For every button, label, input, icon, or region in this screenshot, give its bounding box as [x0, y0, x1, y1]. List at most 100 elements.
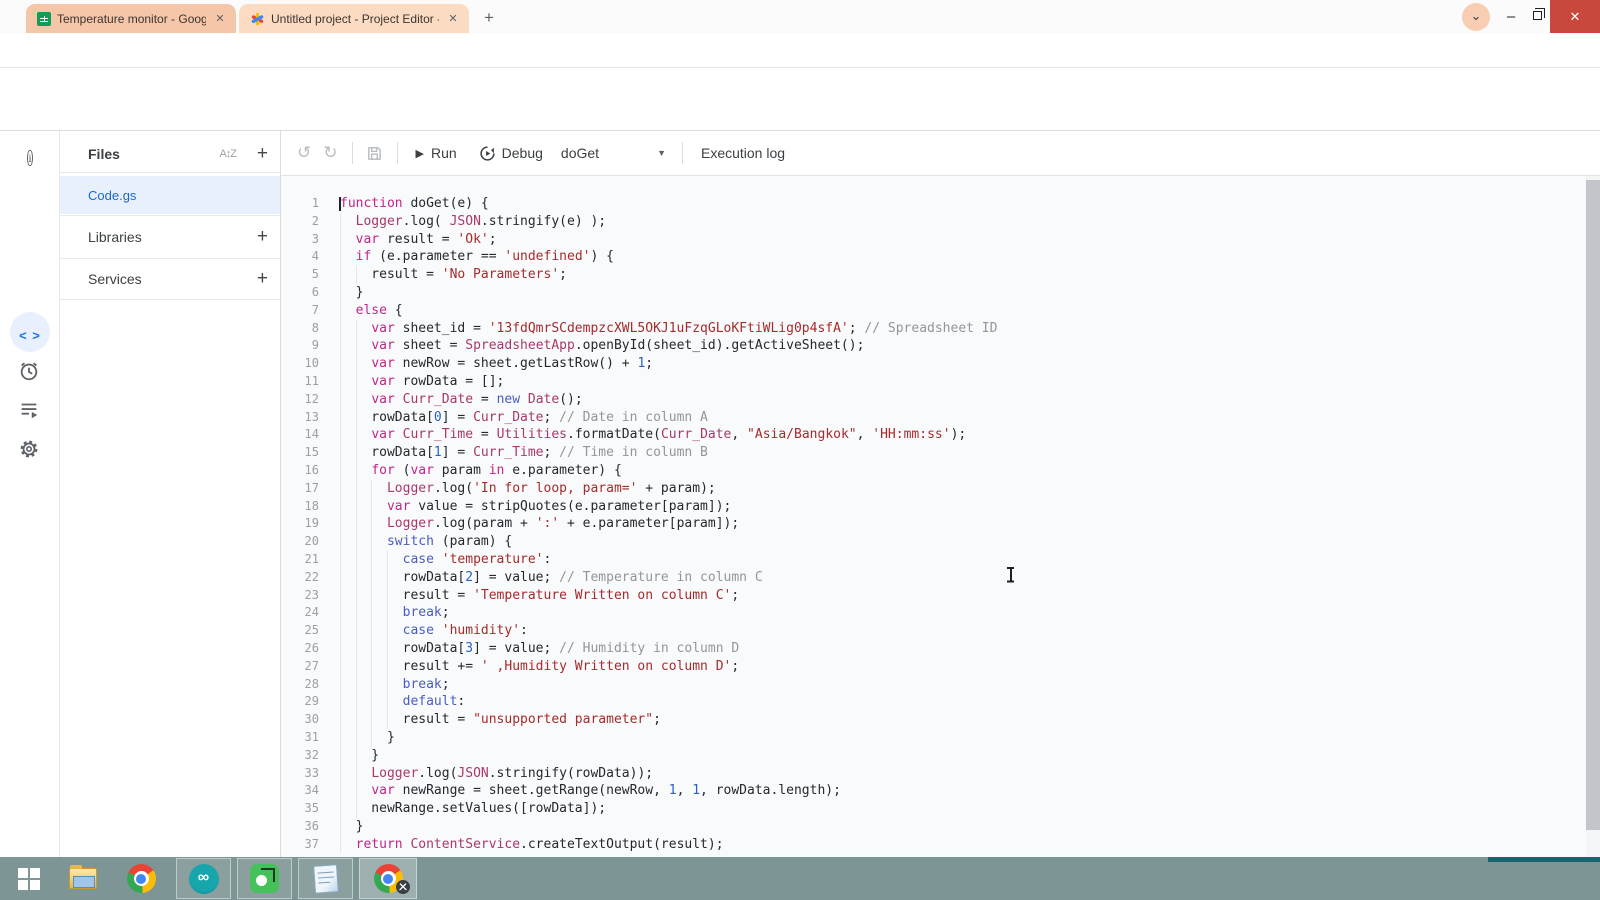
taskbar-notepad[interactable]	[298, 858, 353, 899]
code-line[interactable]: 33 Logger.log(JSON.stringify(rowData));	[281, 764, 1600, 783]
code-line[interactable]: 22 rowData[2] = value; // Temperature in…	[281, 568, 1600, 587]
tab-close-icon[interactable]: ✕	[445, 11, 461, 27]
line-number[interactable]: 36	[281, 818, 319, 836]
taskbar-chrome-active[interactable]	[359, 858, 417, 899]
debug-button[interactable]: Debug	[502, 145, 543, 161]
code-line[interactable]: 20 switch (param) {	[281, 533, 1600, 551]
code-line[interactable]: 25 case 'humidity':	[281, 622, 1600, 640]
code-line[interactable]: 17 Logger.log('In for loop, param=' + pa…	[281, 479, 1600, 498]
code-line[interactable]: 35 newRange.setValues([rowData]);	[281, 800, 1600, 818]
line-number[interactable]: 10	[281, 355, 319, 373]
code-line[interactable]: 7 else {	[281, 301, 1600, 320]
line-number[interactable]: 5	[281, 266, 319, 284]
run-icon[interactable]: ▶	[416, 147, 424, 160]
tab-search-icon[interactable]: ⌄	[1462, 3, 1490, 31]
line-number[interactable]: 23	[281, 587, 319, 605]
line-number[interactable]: 3	[281, 231, 319, 249]
window-restore-button[interactable]	[1533, 8, 1545, 20]
line-number[interactable]: 29	[281, 693, 319, 711]
settings-gear-icon[interactable]	[18, 438, 42, 462]
line-number[interactable]: 7	[281, 302, 319, 320]
code-line[interactable]: 2 Logger.log( JSON.stringify(e) );	[281, 212, 1600, 231]
line-number[interactable]: 28	[281, 676, 319, 694]
code-line[interactable]: 26 rowData[3] = value; // Humidity in co…	[281, 639, 1600, 658]
code-line[interactable]: 5 result = 'No Parameters';	[281, 266, 1600, 284]
code-line[interactable]: 14 var Curr_Time = Utilities.formatDate(…	[281, 426, 1600, 445]
line-number[interactable]: 27	[281, 658, 319, 676]
code-line[interactable]: 24 break;	[281, 604, 1600, 623]
browser-tab-apps-script[interactable]: Untitled project - Project Editor - ✕	[239, 4, 469, 33]
code-line[interactable]: 18 var value = stripQuotes(e.parameter[p…	[281, 497, 1600, 516]
line-number[interactable]: 2	[281, 213, 319, 231]
code-line[interactable]: 21 case 'temperature':	[281, 550, 1600, 569]
line-number[interactable]: 17	[281, 480, 319, 498]
code-line[interactable]: 1 function doGet(e) {	[281, 195, 1600, 213]
executions-icon[interactable]	[18, 399, 42, 423]
taskbar-screen-capture-app[interactable]	[237, 858, 292, 899]
line-number[interactable]: 33	[281, 765, 319, 783]
code-line[interactable]: 11 var rowData = [];	[281, 372, 1600, 391]
line-number[interactable]: 21	[281, 551, 319, 569]
line-number[interactable]: 24	[281, 604, 319, 622]
overview-info-icon[interactable]: i	[18, 149, 42, 173]
line-number[interactable]: 22	[281, 569, 319, 587]
line-number[interactable]: 13	[281, 409, 319, 427]
libraries-section[interactable]: Libraries +	[60, 216, 280, 257]
code-line[interactable]: 31 }	[281, 728, 1600, 747]
line-number[interactable]: 26	[281, 640, 319, 658]
start-button[interactable]	[6, 858, 52, 899]
code-line[interactable]: 27 result += ' ,Humidity Written on colu…	[281, 657, 1600, 676]
line-number[interactable]: 34	[281, 782, 319, 800]
save-icon[interactable]	[366, 145, 383, 162]
taskbar-file-explorer[interactable]	[58, 858, 108, 899]
taskbar-chrome[interactable]	[116, 858, 166, 899]
line-number[interactable]: 25	[281, 622, 319, 640]
new-tab-button[interactable]: +	[484, 8, 494, 28]
code-line[interactable]: 4 if (e.parameter == 'undefined') {	[281, 248, 1600, 267]
line-number[interactable]: 11	[281, 373, 319, 391]
line-number[interactable]: 31	[281, 729, 319, 747]
editor-code-icon[interactable]: < >	[18, 324, 42, 348]
taskbar-arduino-ide[interactable]: ∞	[176, 858, 231, 899]
line-number[interactable]: 19	[281, 515, 319, 533]
code-editor[interactable]: 1 function doGet(e) {2 Logger.log( JSON.s…	[281, 176, 1600, 857]
code-line[interactable]: 19 Logger.log(param + ':' + e.parameter[…	[281, 515, 1600, 534]
execution-log-button[interactable]: Execution log	[701, 145, 785, 161]
code-line[interactable]: 15 rowData[1] = Curr_Time; // Time in co…	[281, 444, 1600, 462]
file-item-codegs[interactable]: Code.gs	[60, 176, 280, 214]
line-number[interactable]: 30	[281, 711, 319, 729]
code-line[interactable]: 16 for (var param in e.parameter) {	[281, 461, 1600, 480]
code-line[interactable]: 37 return ContentService.createTextOutpu…	[281, 835, 1600, 854]
redo-icon[interactable]: ↻	[323, 143, 337, 163]
code-line[interactable]: 23 result = 'Temperature Written on colu…	[281, 586, 1600, 605]
code-line[interactable]: 29 default:	[281, 693, 1600, 712]
line-number[interactable]: 9	[281, 337, 319, 355]
sort-files-icon[interactable]: A↕Z	[219, 148, 237, 160]
undo-icon[interactable]: ↺	[297, 143, 311, 163]
code-line[interactable]: 36 }	[281, 817, 1600, 836]
line-number[interactable]: 4	[281, 248, 319, 266]
line-number[interactable]: 12	[281, 391, 319, 409]
code-line[interactable]: 32 }	[281, 746, 1600, 765]
run-button[interactable]: Run	[431, 145, 457, 161]
window-minimize-button[interactable]: –	[1498, 8, 1524, 25]
line-number[interactable]: 20	[281, 533, 319, 551]
services-section[interactable]: Services +	[60, 259, 280, 299]
add-service-icon[interactable]: +	[257, 268, 268, 290]
triggers-clock-icon[interactable]	[18, 360, 42, 384]
browser-tab-sheets[interactable]: Temperature monitor - Google S ✕	[26, 4, 236, 33]
add-file-icon[interactable]: +	[257, 143, 268, 165]
line-number[interactable]: 15	[281, 444, 319, 462]
line-number[interactable]: 14	[281, 426, 319, 444]
tab-close-icon[interactable]: ✕	[212, 11, 228, 27]
code-line[interactable]: 3 var result = 'Ok';	[281, 230, 1600, 249]
line-number[interactable]: 6	[281, 284, 319, 302]
code-line[interactable]: 13 rowData[0] = Curr_Date; // Date in co…	[281, 408, 1600, 427]
line-number[interactable]: 8	[281, 320, 319, 338]
add-library-icon[interactable]: +	[257, 226, 268, 248]
code-line[interactable]: 30 result = "unsupported parameter";	[281, 711, 1600, 729]
code-line[interactable]: 9 var sheet = SpreadsheetApp.openById(sh…	[281, 337, 1600, 356]
code-line[interactable]: 28 break;	[281, 675, 1600, 694]
line-number[interactable]: 18	[281, 498, 319, 516]
window-close-button[interactable]: ✕	[1550, 0, 1600, 33]
